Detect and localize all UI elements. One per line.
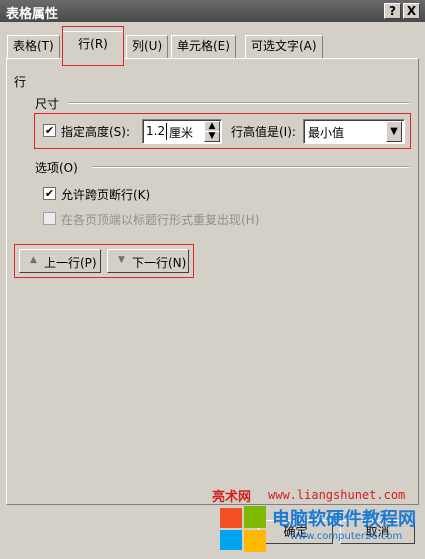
height-mode-label: 行高值是(I): <box>231 125 296 139</box>
options-section-label: 选项(O) <box>35 161 78 175</box>
size-section-label: 尺寸 <box>35 97 60 111</box>
watermark-url: www.liangshunet.com <box>268 488 406 502</box>
repeat-header-checkbox[interactable] <box>43 212 56 225</box>
row-group-label: 行 <box>14 75 27 89</box>
watermark-site-url: www.computer26.com <box>290 531 403 542</box>
prev-row-label: 上一行(P) <box>44 256 97 270</box>
height-value: 1.2 <box>146 124 166 138</box>
tab-row-highlight <box>62 26 124 66</box>
tab-column[interactable]: 列(U) <box>126 35 169 58</box>
text-caret <box>166 123 167 140</box>
tab-table[interactable]: 表格(T) <box>7 35 60 58</box>
allow-break-checkbox[interactable]: ✔ <box>43 187 56 200</box>
specify-height-checkbox[interactable]: ✔ <box>43 124 56 137</box>
row-tab-panel: 行 尺寸 ✔ 指定高度(S): 1.2 厘米 ▲ ▼ 行高值是(I): 最小值 … <box>6 58 419 505</box>
height-spinner[interactable]: 1.2 厘米 ▲ ▼ <box>142 119 222 144</box>
tab-cell[interactable]: 单元格(E) <box>171 35 236 58</box>
height-unit: 厘米 <box>169 126 194 140</box>
title-bar: 表格属性 ? X <box>0 0 425 22</box>
size-separator <box>69 102 409 104</box>
windows-logo-icon <box>220 506 268 554</box>
options-separator <box>93 166 409 168</box>
height-mode-select[interactable]: 最小值 ▼ <box>303 119 405 144</box>
help-button[interactable]: ? <box>384 3 401 19</box>
next-row-button[interactable]: ▼ 下一行(N) <box>107 249 189 273</box>
watermark-site-name: 电脑软硬件教程网 <box>272 509 416 530</box>
spin-down-button[interactable]: ▼ <box>204 131 220 142</box>
specify-height-label: 指定高度(S): <box>61 125 131 139</box>
next-row-label: 下一行(N) <box>132 256 187 270</box>
tab-alt-text[interactable]: 可选文字(A) <box>245 35 323 58</box>
close-button[interactable]: X <box>403 3 420 19</box>
window-title: 表格属性 <box>6 7 59 22</box>
prev-row-button[interactable]: ▲ 上一行(P) <box>19 249 101 273</box>
triangle-down-icon: ▼ <box>118 255 125 265</box>
height-mode-value: 最小值 <box>308 126 345 140</box>
repeat-header-label: 在各页顶端以标题行形式重复出现(H) <box>61 213 260 227</box>
watermark-brand: 亮术网 <box>212 490 252 505</box>
allow-break-label: 允许跨页断行(K) <box>61 188 151 202</box>
triangle-up-icon: ▲ <box>30 255 37 265</box>
dropdown-arrow-icon[interactable]: ▼ <box>386 121 402 142</box>
